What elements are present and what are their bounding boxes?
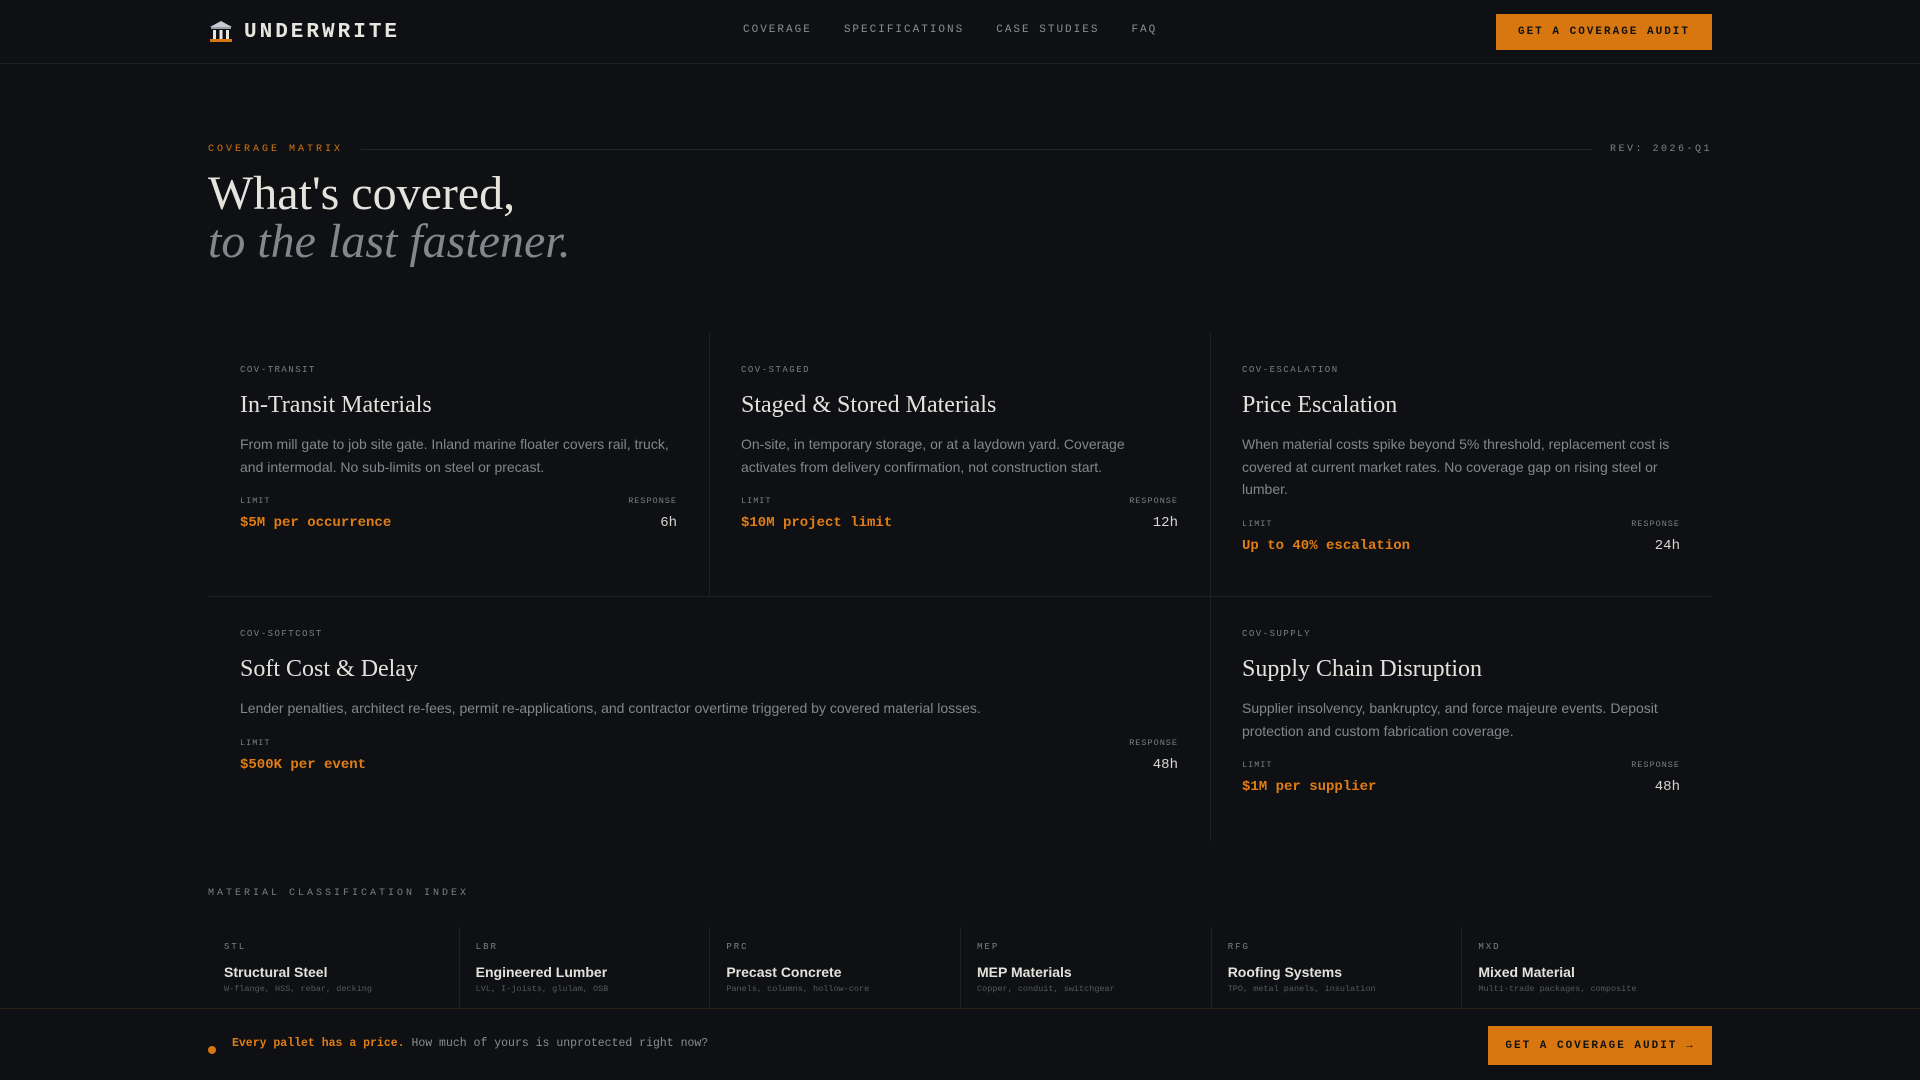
sticky-message-text: How much of yours is unprotected right n… — [411, 1037, 709, 1050]
status-dot-icon — [208, 1046, 216, 1054]
coverage-id: COV-STAGED — [741, 365, 811, 375]
nav-link-coverage[interactable]: COVERAGE — [743, 24, 812, 36]
response-value: 6h — [660, 515, 677, 531]
coverage-card-staged: COV-STAGED Staged & Stored Materials On-… — [709, 333, 1210, 531]
material-name: Engineered Lumber — [475, 964, 608, 980]
limit-value: $10M project limit — [741, 515, 893, 531]
page-title: What's covered, to the last fastener. — [208, 170, 571, 266]
limit-value: $5M per occurrence — [240, 515, 392, 531]
material-code: LBR — [475, 942, 498, 952]
limit-value: Up to 40% escalation — [1242, 537, 1411, 554]
material-name: Structural Steel — [224, 964, 328, 980]
material-code: RFG — [1227, 942, 1250, 952]
response-value: 48h — [1152, 756, 1178, 773]
header-divider — [361, 148, 1592, 150]
material-examples: Panels, columns, hollow-core — [726, 984, 870, 994]
nav-link-case-studies[interactable]: CASE STUDIES — [996, 24, 1099, 36]
material-examples: LVL, I-joists, glulam, OSB — [475, 984, 609, 994]
material-name: Roofing Systems — [1227, 964, 1343, 980]
coverage-title: Soft Cost & Delay — [240, 656, 418, 682]
coverage-card-supply: COV-SUPPLY Supply Chain Disruption Suppl… — [1210, 597, 1712, 795]
response-value: 48h — [1654, 779, 1680, 795]
nav-links: COVERAGE SPECIFICATIONS CASE STUDIES FAQ — [743, 24, 1157, 36]
coverage-meta: LIMIT Up to 40% escalation RESPONSE 24h — [1242, 519, 1680, 554]
coverage-description: Supplier insolvency, bankruptcy, and for… — [1242, 700, 1658, 739]
title-line-2: to the last fastener. — [208, 215, 571, 268]
response-value: 24h — [1654, 537, 1680, 554]
revision-label: REV: 2026-Q1 — [1609, 143, 1712, 155]
material-item-steel[interactable]: STL Structural Steel W-flange, HSS, reba… — [208, 927, 459, 1009]
coverage-description: When material costs spike beyond 5% thre… — [1242, 436, 1670, 497]
coverage-title: In-Transit Materials — [240, 392, 432, 418]
material-item-precast[interactable]: PRC Precast Concrete Panels, columns, ho… — [709, 927, 960, 1009]
material-name: Precast Concrete — [726, 964, 842, 980]
coverage-card-transit: COV-TRANSIT In-Transit Materials From mi… — [208, 333, 709, 531]
sticky-message: Every pallet has a price. How much of yo… — [232, 1037, 708, 1050]
limit-label: LIMIT — [240, 737, 271, 748]
material-index: STL Structural Steel W-flange, HSS, reba… — [208, 927, 1712, 1009]
response-label: RESPONSE — [1631, 518, 1680, 529]
material-name: MEP Materials — [977, 964, 1072, 980]
material-item-lumber[interactable]: LBR Engineered Lumber LVL, I-joists, glu… — [458, 927, 710, 1009]
nav-link-faq[interactable]: FAQ — [1131, 24, 1157, 36]
top-nav: UNDERWRITE COVERAGE SPECIFICATIONS CASE … — [0, 0, 1920, 64]
coverage-id: COV-SOFTCOST — [240, 629, 323, 639]
material-code: MEP — [977, 942, 1000, 952]
coverage-id: COV-ESCALATION — [1242, 365, 1339, 375]
limit-label: LIMIT — [1242, 518, 1273, 529]
coverage-description: From mill gate to job site gate. Inland … — [240, 436, 669, 475]
material-examples: TPO, metal panels, insulation — [1227, 984, 1376, 994]
coverage-meta: LIMIT $10M project limit RESPONSE 12h — [741, 496, 1178, 531]
material-examples: Copper, conduit, switchgear — [977, 984, 1115, 994]
coverage-title: Supply Chain Disruption — [1242, 656, 1483, 682]
nav-link-specifications[interactable]: SPECIFICATIONS — [844, 24, 964, 36]
material-item-mixed[interactable]: MXD Mixed Material Multi-trade packages,… — [1461, 927, 1712, 1009]
response-label: RESPONSE — [628, 496, 677, 506]
coverage-id: COV-TRANSIT — [240, 365, 316, 375]
material-examples: Multi-trade packages, composite — [1478, 984, 1637, 994]
material-code: MXD — [1478, 942, 1501, 952]
title-line-1: What's covered, — [208, 167, 516, 220]
response-label: RESPONSE — [1631, 760, 1680, 770]
coverage-card-softcost: COV-SOFTCOST Soft Cost & Delay Lender pe… — [208, 597, 1210, 773]
sticky-message-strong: Every pallet has a price. — [232, 1037, 405, 1050]
brand-name: UNDERWRITE — [244, 20, 401, 44]
coverage-meta: LIMIT $1M per supplier RESPONSE 48h — [1242, 760, 1680, 795]
limit-value: $500K per event — [240, 756, 367, 773]
material-name: Mixed Material — [1478, 964, 1575, 980]
section-eyebrow: COVERAGE MATRIX — [208, 143, 344, 155]
coverage-audit-button[interactable]: GET A COVERAGE AUDIT — [1496, 14, 1712, 50]
material-item-mep[interactable]: MEP MEP Materials Copper, conduit, switc… — [960, 927, 1211, 1009]
limit-label: LIMIT — [741, 496, 772, 506]
limit-label: LIMIT — [240, 496, 271, 506]
response-value: 12h — [1152, 515, 1178, 531]
coverage-title: Staged & Stored Materials — [741, 392, 997, 418]
coverage-title: Price Escalation — [1242, 392, 1398, 418]
brand-logo[interactable]: UNDERWRITE — [208, 18, 400, 46]
sticky-coverage-audit-button[interactable]: GET A COVERAGE AUDIT → — [1488, 1026, 1712, 1065]
material-item-roofing[interactable]: RFG Roofing Systems TPO, metal panels, i… — [1210, 927, 1462, 1009]
response-label: RESPONSE — [1129, 737, 1178, 748]
material-code: STL — [224, 942, 247, 952]
sticky-cta-bar: Every pallet has a price. How much of yo… — [0, 1008, 1920, 1080]
coverage-meta: LIMIT $5M per occurrence RESPONSE 6h — [240, 496, 677, 531]
material-index-title: MATERIAL CLASSIFICATION INDEX — [208, 888, 470, 899]
coverage-description: Lender penalties, architect re-fees, per… — [240, 700, 981, 716]
limit-value: $1M per supplier — [1242, 779, 1377, 795]
coverage-meta: LIMIT $500K per event RESPONSE 48h — [240, 738, 1178, 773]
section-header: COVERAGE MATRIX REV: 2026-Q1 — [208, 142, 1712, 156]
material-code: PRC — [726, 942, 749, 952]
material-examples: W-flange, HSS, rebar, decking — [224, 984, 372, 994]
coverage-description: On-site, in temporary storage, or at a l… — [741, 436, 1125, 475]
limit-label: LIMIT — [1242, 760, 1273, 770]
building-columns-icon — [210, 21, 232, 42]
response-label: RESPONSE — [1129, 496, 1178, 506]
coverage-card-escalation: COV-ESCALATION Price Escalation When mat… — [1210, 333, 1712, 554]
coverage-id: COV-SUPPLY — [1242, 629, 1312, 639]
